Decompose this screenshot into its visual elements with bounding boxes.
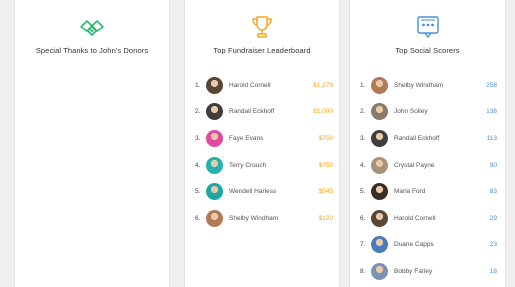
social-list: 1. Shelby Windham 258 2. John Solley 136 3. Ran… <box>350 72 505 285</box>
participant-name[interactable]: Randall Eckhoff <box>394 135 439 142</box>
leaderboard-row: 8. Bobby Farley 18 <box>350 258 505 285</box>
participant-name[interactable]: Crystal Payne <box>394 162 434 169</box>
avatar[interactable] <box>371 103 388 121</box>
participant-name[interactable]: Harold Cornell <box>394 215 436 222</box>
panel-title: Top Fundraiser Leaderboard <box>213 46 311 55</box>
rank-number: 2. <box>360 108 366 116</box>
rank-number: 3. <box>195 134 201 142</box>
avatar[interactable] <box>371 209 388 227</box>
leaderboard-row: 7. Duane Capps 23 <box>350 232 505 259</box>
score-value: 23 <box>489 241 497 249</box>
leaderboard-row: 4. Crystal Payne 90 <box>350 152 505 179</box>
score-value: 29 <box>489 214 497 222</box>
avatar[interactable] <box>371 129 388 147</box>
leaderboard-row: 5. Wendell Harless $545 <box>185 178 339 205</box>
score-value: $1,270 <box>313 81 333 89</box>
panel-title: Top Social Scorers <box>395 46 460 55</box>
avatar[interactable] <box>371 76 388 94</box>
social-scorers-panel: Top Social Scorers 1. Shelby Windham 258 2.… <box>349 0 506 287</box>
rank-number: 6. <box>195 214 201 222</box>
trophy-icon <box>252 16 272 38</box>
avatar[interactable] <box>206 156 223 174</box>
participant-name[interactable]: Shelby Windham <box>229 215 278 222</box>
rank-number: 5. <box>360 188 366 196</box>
participant-name[interactable]: Harold Cornell <box>229 82 271 89</box>
score-value: $545 <box>318 188 333 196</box>
participant-name[interactable]: Terry Crouch <box>229 162 266 169</box>
avatar[interactable] <box>371 156 388 174</box>
leaderboard-row: 1. Shelby Windham 258 <box>350 72 505 99</box>
leaderboard-row: 1. Harold Cornell $1,270 <box>185 72 339 99</box>
avatar[interactable] <box>206 183 223 201</box>
score-value: 113 <box>486 134 497 142</box>
rank-number: 1. <box>360 81 366 89</box>
leaderboard-row: 3. Faye Evans $750 <box>185 125 339 152</box>
avatar[interactable] <box>206 103 223 121</box>
chat-screen-icon <box>416 16 439 39</box>
participant-name[interactable]: Faye Evans <box>229 135 263 142</box>
rank-number: 4. <box>360 161 366 169</box>
score-value: 258 <box>486 81 497 89</box>
participant-name[interactable]: Randall Eckhoff <box>229 108 274 115</box>
fundraiser-leaderboard-panel: Top Fundraiser Leaderboard 1. Harold Corn… <box>184 0 340 287</box>
rank-number: 8. <box>360 267 366 275</box>
participant-name[interactable]: Wendell Harless <box>229 188 276 195</box>
fundraiser-list: 1. Harold Cornell $1,270 2. Randall Eckhoff $… <box>185 72 339 232</box>
score-value: $750 <box>318 134 333 142</box>
leaderboard-row: 2. John Solley 136 <box>350 99 505 126</box>
leaderboard-row: 5. Marla Ford 83 <box>350 178 505 205</box>
avatar[interactable] <box>371 262 388 280</box>
rank-number: 4. <box>195 161 201 169</box>
avatar[interactable] <box>371 236 388 254</box>
avatar[interactable] <box>206 76 223 94</box>
score-value: 83 <box>489 188 497 196</box>
score-value: 90 <box>489 161 497 169</box>
score-value: $120 <box>318 214 333 222</box>
leaderboard-row: 6. Shelby Windham $120 <box>185 205 339 232</box>
leaderboard-row: 3. Randall Eckhoff 113 <box>350 125 505 152</box>
participant-name[interactable]: Marla Ford <box>394 188 425 195</box>
leaderboard-row: 2. Randall Eckhoff $1,000 <box>185 99 339 126</box>
avatar[interactable] <box>206 129 223 147</box>
rank-number: 6. <box>360 214 366 222</box>
score-value: $1,000 <box>313 108 333 116</box>
leaderboard-row: 6. Harold Cornell 29 <box>350 205 505 232</box>
rank-number: 1. <box>195 81 201 89</box>
panel-title: Special Thanks to John's Donors <box>35 46 149 55</box>
rank-number: 3. <box>360 134 366 142</box>
score-value: 136 <box>486 108 497 116</box>
rank-number: 2. <box>195 108 201 116</box>
rank-number: 7. <box>360 241 366 249</box>
score-value: $750 <box>318 161 333 169</box>
leaderboard-row: 4. Terry Crouch $750 <box>185 152 339 179</box>
avatar[interactable] <box>371 183 388 201</box>
avatar[interactable] <box>206 209 223 227</box>
score-value: 18 <box>489 267 497 275</box>
donors-panel: Special Thanks to John's Donors <box>14 0 170 287</box>
participant-name[interactable]: Bobby Farley <box>394 268 432 275</box>
participant-name[interactable]: John Solley <box>394 108 428 115</box>
handshake-icon <box>80 20 104 36</box>
participant-name[interactable]: Shelby Windham <box>394 82 443 89</box>
participant-name[interactable]: Duane Capps <box>394 241 434 248</box>
rank-number: 5. <box>195 188 201 196</box>
